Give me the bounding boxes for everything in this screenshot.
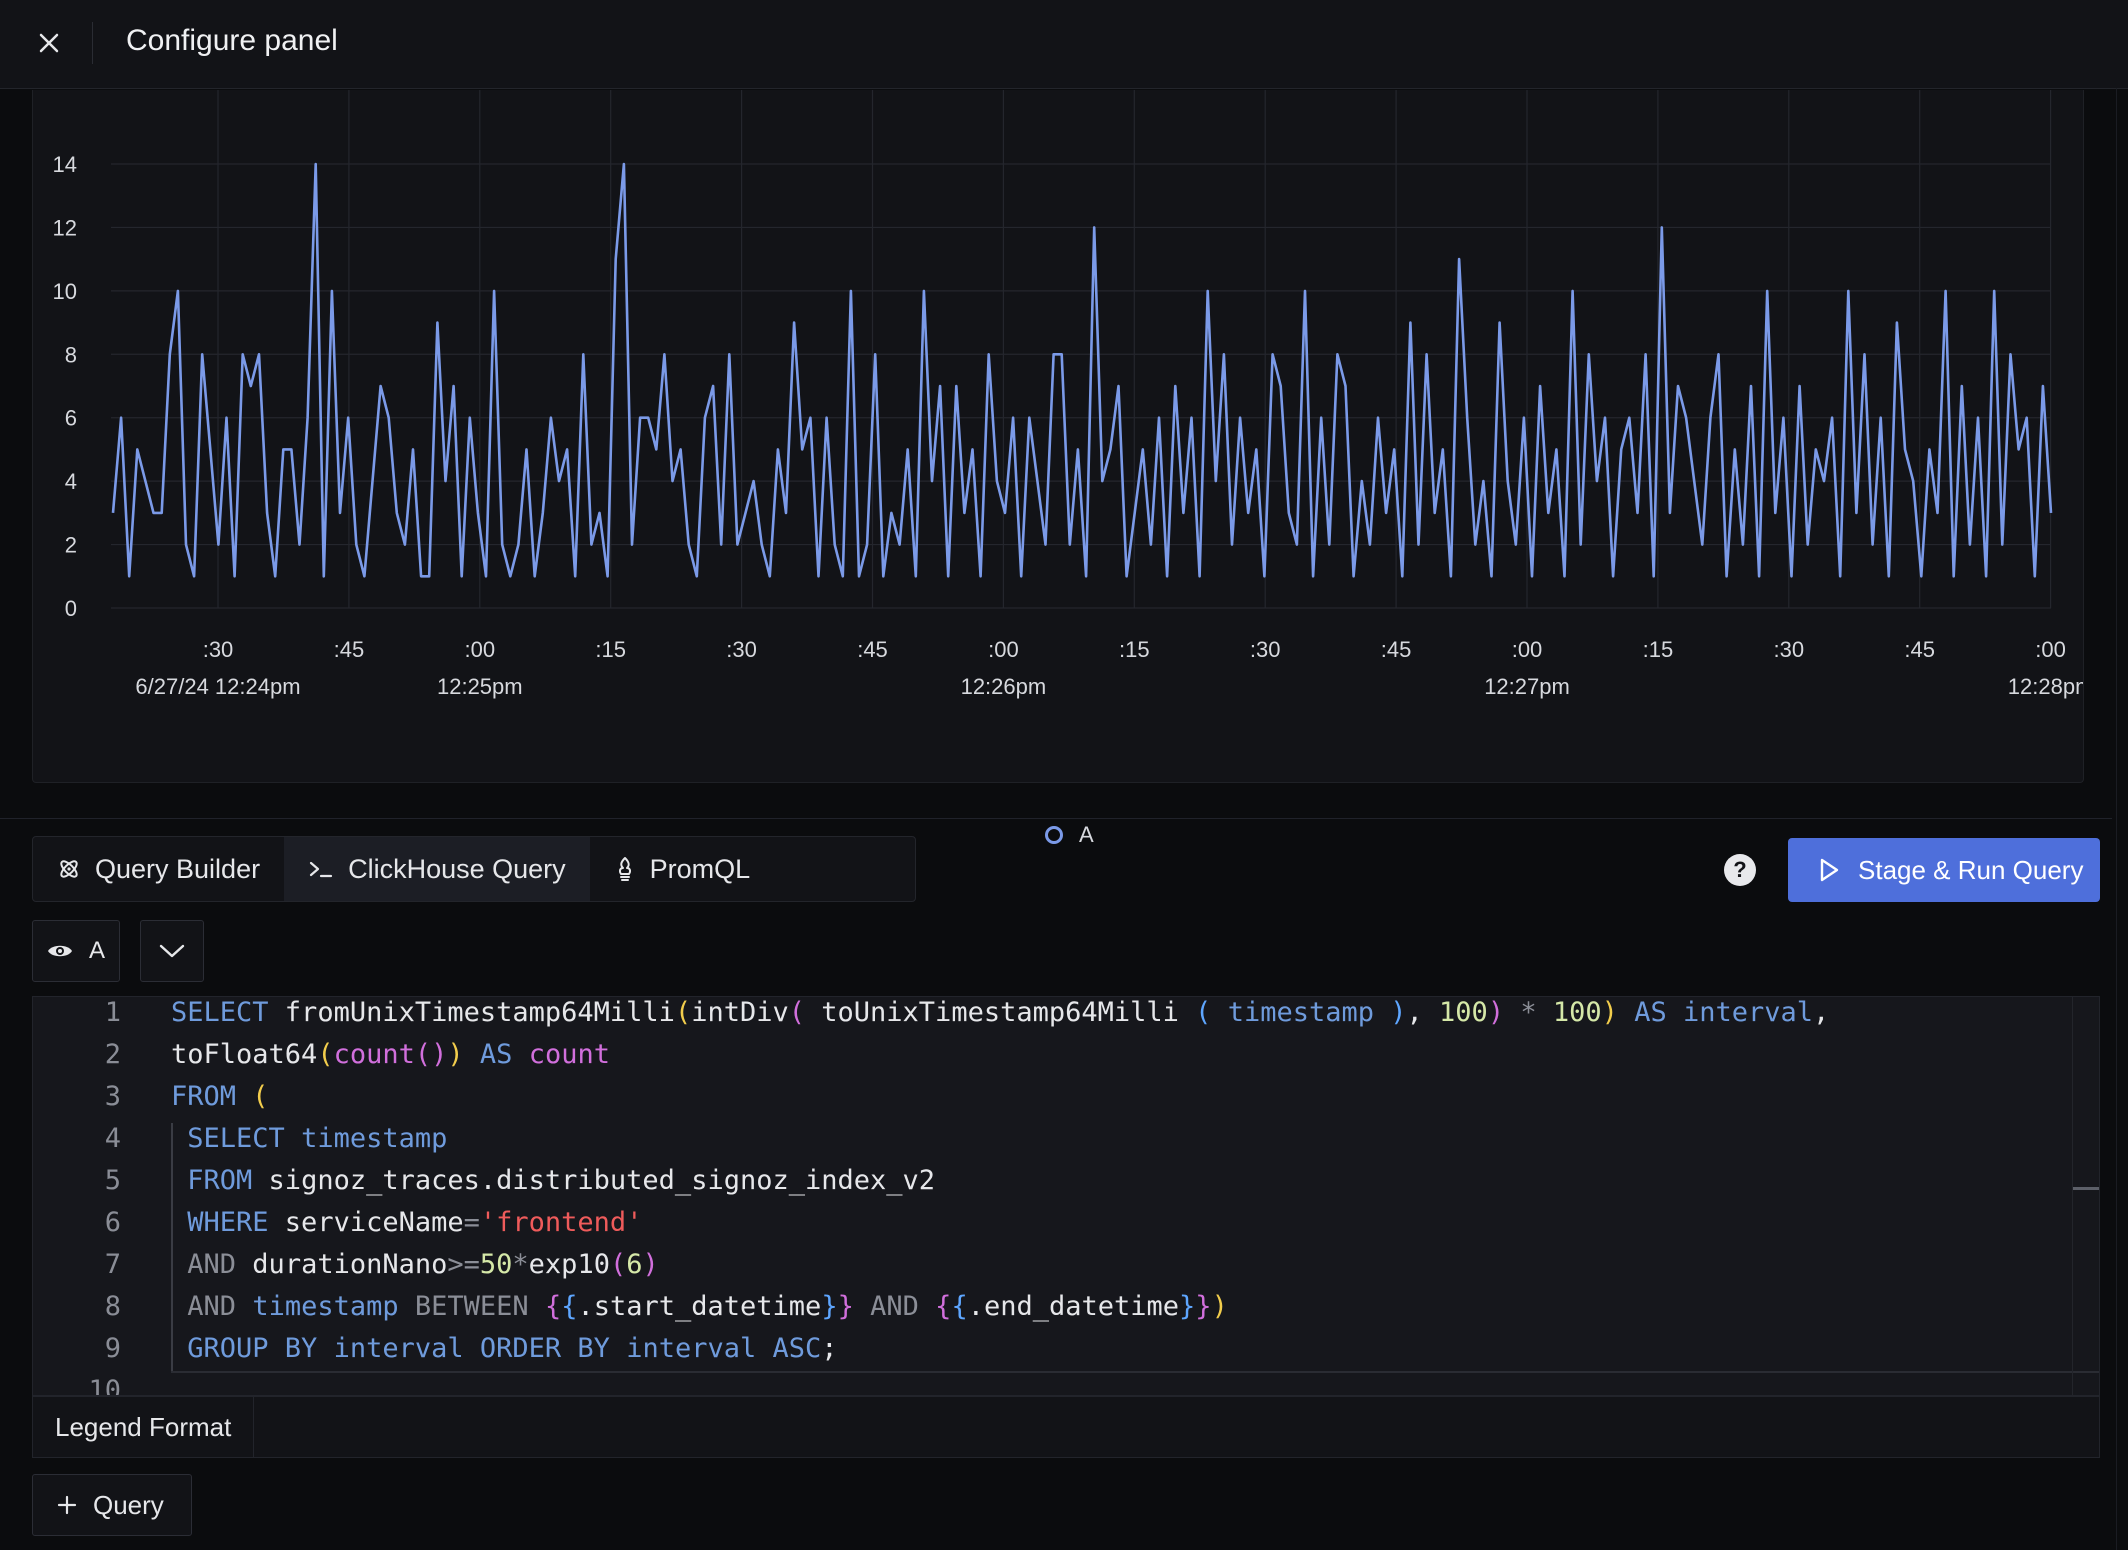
legend-marker [1045,826,1063,844]
code-text: FROM signoz_traces.distributed_signoz_in… [187,1165,936,1196]
chart-panel: 0 2 4 6 8 10 12 14 :30 6/27/24 12:24pm :45 :00 12:25… [32,90,2084,847]
line-number: 4 [104,1123,121,1154]
y-tick-label: 14 [53,152,77,177]
section-divider [0,818,2112,819]
y-tick-label: 2 [65,533,77,558]
line-number: 7 [104,1249,121,1280]
code-text: SELECT timestamp [187,1123,448,1154]
x-tick-label: :15 [1119,637,1150,662]
line-number: 10 [88,1375,121,1396]
x-tick-label: :15 [1643,637,1674,662]
help-icon[interactable]: ? [1724,854,1756,886]
x-tick-label: :15 [595,637,626,662]
y-tick-label: 6 [65,406,77,431]
legend-format-label: Legend Format [33,1397,255,1457]
code-line: 8 AND timestamp BETWEEN {{.start_datetim… [33,1291,2099,1333]
line-number: 1 [104,997,121,1028]
legend-label: A [1079,822,1094,847]
line-number: 8 [104,1291,121,1322]
tab-label: PromQL [649,853,751,884]
x-tick-label: :00 [1512,637,1543,662]
run-button-label: Stage & Run Query [1858,854,2084,885]
tab-query-builder[interactable]: Query Builder [33,837,284,901]
code-line: 9 GROUP BY interval ORDER BY interval AS… [33,1333,2099,1375]
tab-label: Query Builder [95,853,261,884]
right-rail [2116,88,2117,1550]
prometheus-icon [618,857,631,881]
y-tick-label: 12 [53,215,77,240]
query-type-tabs: Query Builder ClickHouse Query PromQL [32,836,916,902]
y-tick-label: 0 [65,596,77,621]
chart-legend[interactable]: A [1045,822,1094,848]
code-text: AND durationNano>=50*exp10(6) [187,1249,659,1280]
query-name: A [88,937,105,964]
x-tick-label: :30 [726,637,757,662]
code-line: 2 toFloat64(count()) AS count [33,1039,2099,1081]
x-tick-label: :30 [1250,637,1281,662]
legend-format-field[interactable]: Legend Format [32,1396,2100,1458]
x-date-label: 6/27/24 12:24pm [135,674,300,699]
x-tick-label: :30 [1774,637,1805,662]
page-title: Configure panel [126,24,338,57]
tab-label: ClickHouse Query [348,853,566,884]
plus-icon [57,1495,77,1515]
code-line: 10 [33,1375,2099,1396]
atom-icon [60,860,78,878]
line-number: 3 [104,1081,121,1112]
code-line: 7 AND durationNano>=50*exp10(6) [33,1249,2099,1291]
x-tick-label: :45 [334,637,365,662]
x-tick-label: :30 [203,637,234,662]
add-query-label: Query [93,1489,164,1520]
x-date-label: 12:27pm [1484,674,1570,699]
y-tick-label: 4 [65,469,77,494]
code-text: toFloat64(count()) AS count [171,1039,610,1070]
query-collapse-button[interactable] [140,920,204,982]
line-number: 9 [104,1333,121,1364]
code-text: AND timestamp BETWEEN {{.start_datetime}… [187,1291,1228,1322]
sql-code-editor[interactable]: 1 SELECT fromUnixTimestamp64Milli(intDiv… [32,996,2100,1396]
code-line: 1 SELECT fromUnixTimestamp64Milli(intDiv… [33,997,2099,1039]
line-number: 6 [104,1207,121,1238]
x-tick-label: :00 [465,637,496,662]
y-tick-label: 8 [65,342,77,367]
series-line-A [111,162,2053,578]
code-line: 3 FROM ( [33,1081,2099,1123]
query-visibility-toggle[interactable]: A [32,920,120,982]
code-text: FROM ( [171,1081,269,1112]
code-text: SELECT fromUnixTimestamp64Milli(intDiv( … [171,997,1830,1028]
x-tick-label: :45 [857,637,888,662]
panel-header: Configure panel [0,0,2128,89]
stage-run-query-button[interactable]: Stage & Run Query [1788,838,2100,902]
play-icon [1820,858,1839,882]
line-number: 5 [104,1165,121,1196]
x-date-label: 12:25pm [437,674,523,699]
code-text: WHERE serviceName='frontend' [187,1207,643,1238]
chevron-down-icon [159,944,185,958]
code-line: 4 SELECT timestamp [33,1123,2099,1165]
x-date-label: 12:26pm [961,674,1047,699]
terminal-icon [309,861,333,878]
x-date-label: 12:28pm [2008,674,2083,699]
add-query-button[interactable]: Query [32,1474,192,1536]
code-text: GROUP BY interval ORDER BY interval ASC; [187,1333,838,1364]
header-divider [92,22,93,64]
x-tick-label: :00 [988,637,1019,662]
y-tick-label: 10 [53,279,77,304]
line-number: 2 [104,1039,121,1070]
x-tick-label: :45 [1904,637,1935,662]
tab-promql[interactable]: PromQL [590,837,775,901]
code-line: 5 FROM signoz_traces.distributed_signoz_… [33,1165,2099,1207]
close-icon[interactable] [30,24,68,62]
x-tick-label: :00 [2035,637,2066,662]
tab-clickhouse-query[interactable]: ClickHouse Query [284,837,590,901]
x-tick-label: :45 [1381,637,1412,662]
code-line: 6 WHERE serviceName='frontend' [33,1207,2099,1249]
eye-icon [47,945,72,957]
time-series-chart: 0 2 4 6 8 10 12 14 :30 6/27/24 12:24pm :45 :00 12:25… [53,90,2083,699]
